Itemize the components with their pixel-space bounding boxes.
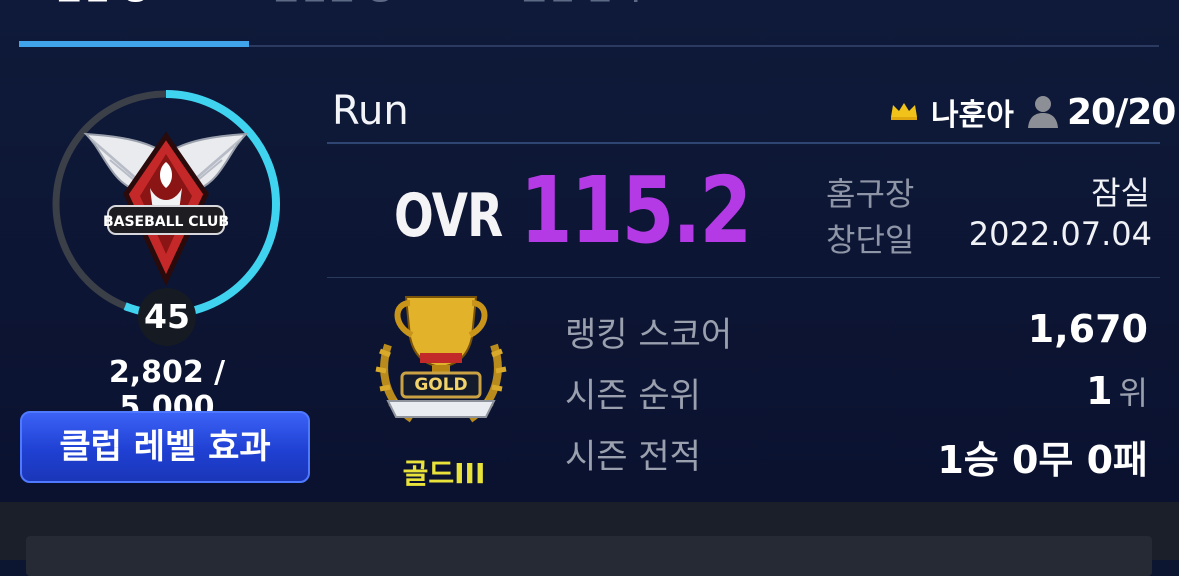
eagle-emblem-icon — [83, 131, 249, 286]
founded-date-value: 2022.07.04 — [968, 215, 1152, 253]
ranking-score-label: 랭킹 스코어 — [565, 315, 733, 355]
tier-emblem-text: GOLD — [414, 375, 468, 395]
emblem-text: BASEBALL CLUB — [103, 214, 229, 230]
tab-divider — [249, 45, 1159, 47]
bottom-panel — [26, 536, 1152, 576]
name-divider — [327, 142, 1160, 144]
tab-club-members[interactable]: 클럽원 정보 — [272, 0, 420, 10]
ovr-value: 115.2 — [520, 157, 752, 264]
season-record-value: 1승 0무 0패 — [937, 438, 1148, 482]
season-rank: 1위 — [900, 368, 1148, 414]
section-divider — [327, 277, 1160, 278]
season-rank-label: 시즌 순위 — [565, 376, 701, 416]
club-leader-name: 나훈아 — [931, 98, 1014, 133]
member-count: 20/20 — [1067, 92, 1176, 133]
tab-club-manage[interactable]: 클럽 관리 — [520, 0, 641, 10]
tier-label: 골드III — [402, 457, 486, 490]
tab-club-info[interactable]: 클럽 정보 — [55, 0, 176, 10]
club-name: Run — [332, 88, 409, 134]
active-tab-indicator — [19, 41, 249, 47]
member-icon — [1028, 96, 1058, 128]
crown-icon — [891, 103, 917, 120]
season-record-label: 시즌 전적 — [565, 437, 701, 477]
club-level-badge: 45 — [138, 288, 196, 346]
season-rank-value: 1 — [1086, 369, 1113, 413]
ranking-score-value: 1,670 — [1027, 307, 1148, 351]
season-rank-unit: 위 — [1118, 374, 1148, 412]
home-stadium-value: 잠실 — [1091, 174, 1150, 212]
ovr-label: OVR — [394, 181, 503, 251]
home-stadium-label: 홈구장 — [826, 175, 915, 213]
tier-emblem[interactable]: GOLD — [368, 285, 514, 435]
club-level-effect-button[interactable]: 클럽 레벨 효과 — [20, 411, 310, 483]
gold-trophy-icon — [375, 296, 507, 423]
